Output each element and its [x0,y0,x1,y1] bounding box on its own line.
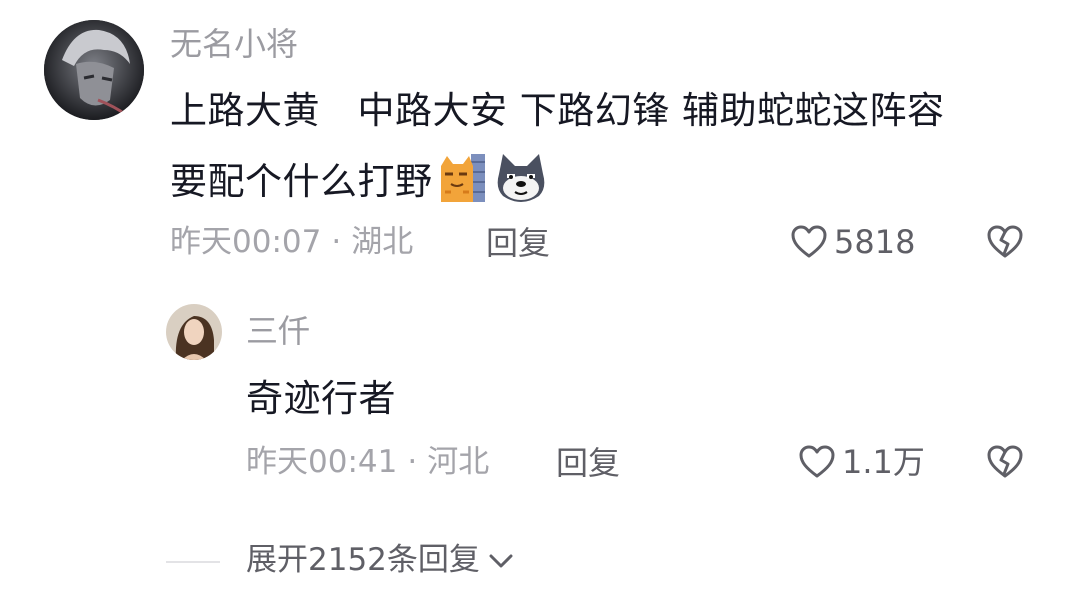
chevron-down-icon [488,552,514,570]
comment-text-line-1: 上路大黄 中路大安 下路幻锋 辅助蛇蛇这阵容 [170,89,945,132]
reply-meta: 昨天00:41 · 河北 [246,447,489,478]
commenter-username[interactable]: 无名小将 [170,28,298,60]
reply-like-count: 1.1万 [842,443,925,481]
meta-separator: · [331,224,342,260]
replier-avatar[interactable] [166,304,222,360]
replier-username[interactable]: 三仟 [246,315,310,347]
comment-like-count: 5818 [834,223,916,261]
expand-divider [166,561,220,563]
comment-location: 湖北 [351,224,414,260]
reply-location: 河北 [427,444,490,480]
comment-time: 昨天00:07 [170,224,322,260]
husky-dog-emoji [493,152,549,210]
comment-like-button[interactable]: 5818 [790,224,915,260]
commenter-avatar[interactable] [44,20,144,120]
comment-reply-button[interactable]: 回复 [486,227,550,259]
comment-text-line-2-text: 要配个什么打野 [170,159,433,203]
heart-outline-icon [798,444,836,480]
reply-text: 奇迹行者 [246,377,396,420]
reply-reply-button[interactable]: 回复 [556,447,620,479]
comment-meta: 昨天00:07 · 湖北 [170,227,413,258]
meta-separator: · [407,444,418,480]
expand-replies-button[interactable]: 展开2152条回复 [246,545,514,576]
cat-peeking-emoji [437,152,487,210]
heart-outline-icon [790,224,828,260]
comment-text-line-2: 要配个什么打野 [170,152,549,210]
reply-like-button[interactable]: 1.1万 [798,444,925,480]
reply-time: 昨天00:41 [246,444,398,480]
broken-heart-icon[interactable] [986,444,1024,480]
expand-replies-label: 展开2152条回复 [246,542,480,578]
broken-heart-icon[interactable] [986,224,1024,260]
